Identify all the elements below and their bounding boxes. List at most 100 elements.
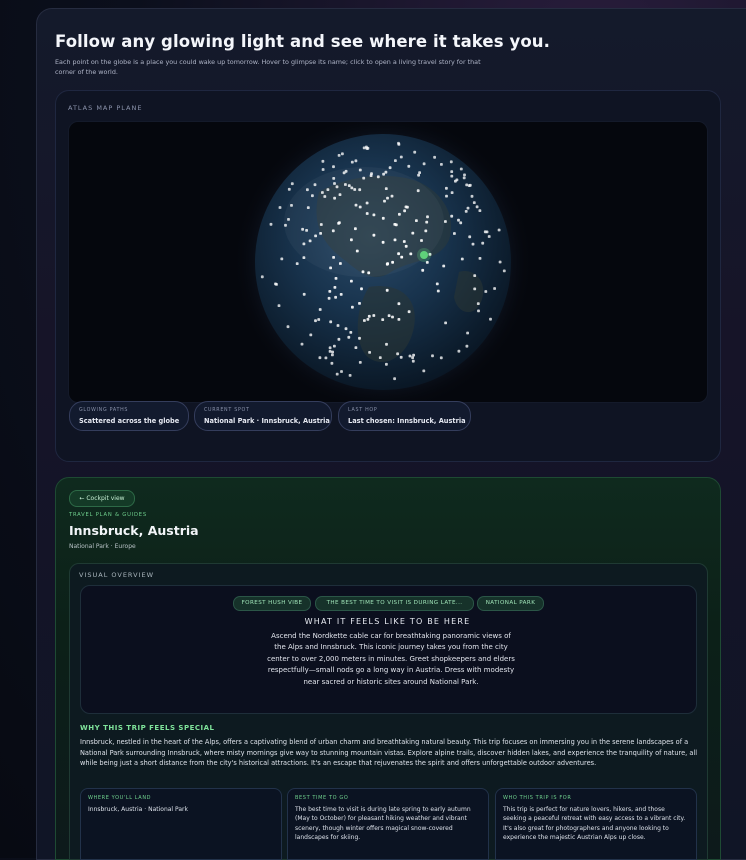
location-marker[interactable] [332, 165, 335, 169]
location-marker[interactable] [433, 155, 436, 159]
location-marker[interactable] [462, 176, 466, 180]
location-marker[interactable] [450, 170, 454, 173]
location-marker[interactable] [321, 168, 325, 171]
location-marker[interactable] [398, 212, 401, 216]
location-marker[interactable] [367, 271, 371, 275]
location-marker[interactable] [284, 223, 287, 227]
location-marker[interactable] [388, 166, 392, 170]
location-marker[interactable] [384, 170, 388, 174]
location-marker[interactable] [468, 183, 472, 187]
location-marker[interactable] [363, 319, 366, 322]
location-marker[interactable] [290, 182, 294, 186]
location-marker[interactable] [287, 187, 291, 191]
location-marker[interactable] [331, 229, 335, 233]
location-marker[interactable] [444, 220, 447, 223]
location-marker[interactable] [319, 232, 322, 235]
location-marker[interactable] [420, 239, 423, 242]
location-marker[interactable] [450, 191, 454, 194]
location-marker[interactable] [338, 221, 341, 225]
location-marker[interactable] [358, 361, 362, 364]
location-marker[interactable] [326, 188, 330, 191]
location-marker[interactable] [450, 174, 454, 178]
location-marker[interactable] [470, 194, 474, 198]
location-marker[interactable] [403, 209, 406, 213]
location-marker[interactable] [485, 230, 489, 234]
location-marker[interactable] [400, 255, 404, 259]
location-marker[interactable] [390, 194, 394, 198]
location-marker[interactable] [378, 356, 382, 359]
location-marker[interactable] [334, 295, 337, 299]
location-marker[interactable] [457, 349, 461, 353]
location-marker[interactable] [290, 204, 293, 207]
location-marker[interactable] [331, 353, 334, 357]
location-marker[interactable] [386, 196, 389, 200]
location-marker[interactable] [487, 235, 491, 238]
location-marker[interactable] [335, 372, 339, 376]
location-marker[interactable] [407, 310, 411, 314]
location-marker[interactable] [453, 232, 456, 235]
location-marker[interactable] [397, 302, 401, 306]
location-marker[interactable] [313, 183, 317, 187]
location-marker[interactable] [407, 164, 411, 168]
location-marker[interactable] [459, 167, 463, 171]
location-marker[interactable] [350, 279, 353, 283]
location-marker[interactable] [351, 305, 354, 309]
location-marker[interactable] [497, 228, 501, 232]
location-marker[interactable] [498, 260, 502, 264]
location-marker[interactable] [411, 231, 415, 235]
location-marker[interactable] [386, 262, 389, 265]
location-marker[interactable] [369, 174, 373, 177]
location-marker[interactable] [309, 333, 313, 337]
location-marker[interactable] [384, 187, 388, 190]
location-marker[interactable] [478, 209, 482, 212]
location-marker[interactable] [334, 277, 338, 280]
location-marker[interactable] [330, 361, 334, 365]
location-marker[interactable] [471, 242, 475, 246]
location-marker[interactable] [333, 182, 336, 185]
location-marker[interactable] [394, 223, 398, 227]
location-marker[interactable] [394, 159, 397, 162]
location-marker[interactable] [457, 218, 460, 222]
location-marker[interactable] [366, 317, 370, 321]
location-marker[interactable] [365, 201, 369, 205]
location-marker[interactable] [393, 377, 396, 381]
location-marker[interactable] [339, 262, 342, 265]
location-marker[interactable] [381, 318, 385, 321]
location-marker[interactable] [404, 205, 408, 209]
location-marker[interactable] [444, 321, 447, 325]
location-marker[interactable] [347, 335, 351, 339]
location-marker[interactable] [459, 221, 463, 225]
location-marker[interactable] [422, 162, 426, 166]
location-marker[interactable] [484, 290, 488, 293]
location-marker[interactable] [275, 283, 278, 286]
location-marker[interactable] [333, 196, 336, 200]
vibe-chip[interactable]: FOREST HUSH VIBE [233, 596, 311, 611]
location-marker[interactable] [376, 175, 380, 179]
location-marker[interactable] [354, 159, 358, 163]
location-marker[interactable] [287, 218, 290, 221]
location-marker[interactable] [387, 314, 391, 317]
location-marker[interactable] [418, 171, 421, 174]
location-marker[interactable] [493, 287, 496, 290]
location-marker[interactable] [318, 308, 322, 311]
location-marker[interactable] [473, 274, 477, 277]
location-marker[interactable] [301, 227, 304, 231]
location-marker[interactable] [318, 356, 322, 360]
location-marker[interactable] [502, 269, 506, 273]
location-marker[interactable] [450, 214, 454, 218]
location-marker[interactable] [382, 172, 385, 176]
location-marker[interactable] [383, 199, 386, 203]
location-marker[interactable] [321, 159, 325, 163]
location-marker[interactable] [341, 152, 344, 156]
location-marker[interactable] [381, 240, 385, 244]
location-marker[interactable] [349, 331, 353, 334]
location-marker[interactable] [449, 160, 453, 164]
location-marker[interactable] [422, 369, 426, 373]
location-marker[interactable] [277, 304, 281, 307]
location-marker[interactable] [344, 327, 348, 331]
location-marker[interactable] [396, 352, 399, 356]
location-marker[interactable] [391, 315, 394, 319]
location-marker[interactable] [460, 257, 464, 261]
location-marker[interactable] [489, 317, 492, 321]
location-marker[interactable] [358, 168, 362, 172]
